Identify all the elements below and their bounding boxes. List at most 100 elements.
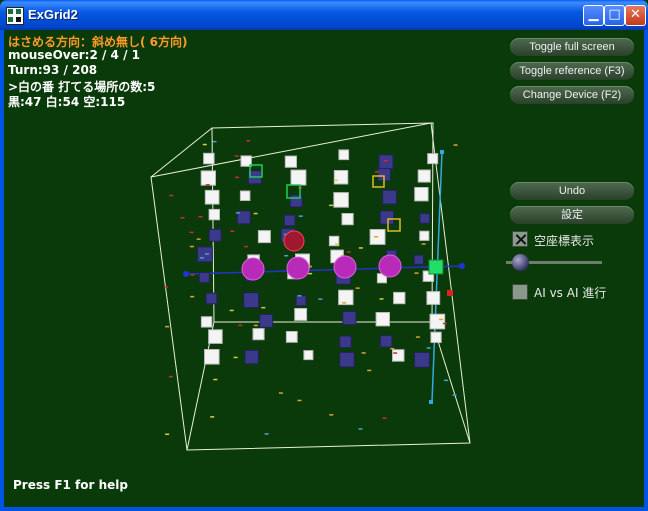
settings-button[interactable]: 設定 <box>510 206 634 224</box>
empty-cell-marker <box>297 399 302 402</box>
toggle-reference-button[interactable]: Toggle reference (F3) <box>510 62 634 80</box>
white-piece <box>426 291 441 305</box>
turn-counter: Turn:93 / 208 <box>8 63 98 77</box>
close-button[interactable]: ✕ <box>625 5 646 26</box>
black-piece <box>283 214 296 227</box>
empty-cell-marker <box>335 243 340 245</box>
empty-cell-marker <box>415 336 420 338</box>
empty-cell-marker <box>213 378 218 381</box>
empty-cell-marker <box>212 140 217 143</box>
empty-cell-marker <box>346 251 351 253</box>
empty-cell-marker <box>278 392 283 394</box>
white-piece <box>203 152 215 165</box>
black-piece <box>259 314 274 328</box>
black-piece <box>339 351 355 368</box>
white-piece <box>338 149 350 161</box>
minimize-button[interactable]: ▁ <box>583 5 604 26</box>
white-piece <box>208 208 221 221</box>
white-piece <box>290 169 307 186</box>
app-window: ExGrid2 ▁ □ ✕ はさめる方向：斜め無し(6方向) mouseOve… <box>0 0 648 511</box>
empty-cell-marker <box>238 324 243 327</box>
black-piece <box>419 213 431 224</box>
white-piece <box>417 169 431 183</box>
hover-sphere <box>283 230 305 252</box>
empty-cell-marker <box>190 274 195 276</box>
empty-cell-marker <box>246 140 251 142</box>
piece-counts: 黒:47 白:54 空:115 <box>8 95 126 109</box>
ai-vs-ai-label: AI vs AI 進行 <box>534 286 607 300</box>
empty-cell-marker <box>379 298 384 300</box>
render-viewport[interactable]: はさめる方向：斜め無し( 6方向) mouseOver:2 / 4 / 1 Tu… <box>4 30 644 507</box>
empty-cell-marker <box>253 324 258 327</box>
empty-cell-marker <box>453 144 458 146</box>
white-piece <box>285 331 298 343</box>
empty-cell-marker <box>165 433 170 435</box>
empty-cell-marker <box>426 347 431 349</box>
white-piece <box>200 316 213 328</box>
help-hint: Press F1 for help <box>13 478 128 492</box>
white-piece <box>333 170 349 185</box>
empty-cell-marker <box>168 375 173 378</box>
black-piece <box>197 246 213 263</box>
empty-cell-marker <box>414 272 419 274</box>
maximize-icon: □ <box>608 7 621 22</box>
white-piece <box>375 312 391 327</box>
maximize-button[interactable]: □ <box>604 5 625 26</box>
empty-cell-marker <box>253 212 258 215</box>
empty-cell-marker <box>308 272 313 275</box>
empty-cell-marker <box>189 245 194 248</box>
white-piece <box>414 187 429 202</box>
undo-button[interactable]: Undo <box>510 182 634 200</box>
empty-cell-marker <box>261 306 266 309</box>
ai-vs-ai-checkbox[interactable] <box>512 284 528 300</box>
black-piece <box>382 189 397 205</box>
cursor-cube <box>428 259 444 275</box>
minimize-icon: ▁ <box>588 7 599 22</box>
white-piece <box>429 313 446 330</box>
title-bar[interactable]: ExGrid2 ▁ □ ✕ <box>0 0 648 30</box>
white-piece <box>393 291 406 305</box>
white-piece <box>341 213 354 226</box>
toggle-fullscreen-button[interactable]: Toggle full screen <box>510 38 634 56</box>
black-piece <box>243 292 259 309</box>
x-axis-end-marker <box>183 271 189 277</box>
white-piece <box>200 170 216 186</box>
white-piece <box>333 192 349 208</box>
axis-display-checkbox[interactable] <box>512 231 528 247</box>
axis-display-label: 空座標表示 <box>534 234 595 248</box>
empty-cell-marker <box>452 394 457 396</box>
white-piece <box>239 190 251 201</box>
empty-cell-marker <box>374 236 379 238</box>
empty-cell-marker <box>329 204 334 207</box>
empty-cell-marker <box>235 212 240 214</box>
empty-cell-marker <box>205 184 210 186</box>
empty-cell-marker <box>202 143 207 146</box>
change-device-button[interactable]: Change Device (F2) <box>510 86 634 104</box>
black-piece <box>342 311 357 326</box>
empty-cell-marker <box>393 352 398 354</box>
empty-cell-marker <box>444 379 449 382</box>
empty-cell-marker <box>442 322 447 325</box>
mouse-over-readout: mouseOver:2 / 4 / 1 <box>8 48 140 62</box>
close-icon: ✕ <box>630 7 641 22</box>
white-piece <box>430 331 442 344</box>
black-piece <box>198 272 210 284</box>
black-piece <box>208 228 222 242</box>
empty-cell-marker <box>189 231 194 234</box>
white-piece <box>257 230 271 244</box>
empty-cell-marker <box>169 194 174 197</box>
empty-cell-marker <box>361 352 366 354</box>
board-pieces <box>164 140 458 435</box>
window-title: ExGrid2 <box>28 7 78 22</box>
empty-cell-marker <box>264 433 269 435</box>
y-axis-end-marker <box>440 150 444 154</box>
empty-cell-marker <box>382 417 387 419</box>
empty-cell-marker <box>164 286 168 288</box>
candidate-sphere <box>241 257 265 281</box>
empty-cell-marker <box>342 302 347 304</box>
empty-cell-marker <box>284 255 289 257</box>
selected-marker <box>447 290 453 296</box>
empty-cell-marker <box>190 295 195 298</box>
empty-cell-marker <box>358 247 363 249</box>
slider-knob[interactable] <box>512 254 529 271</box>
